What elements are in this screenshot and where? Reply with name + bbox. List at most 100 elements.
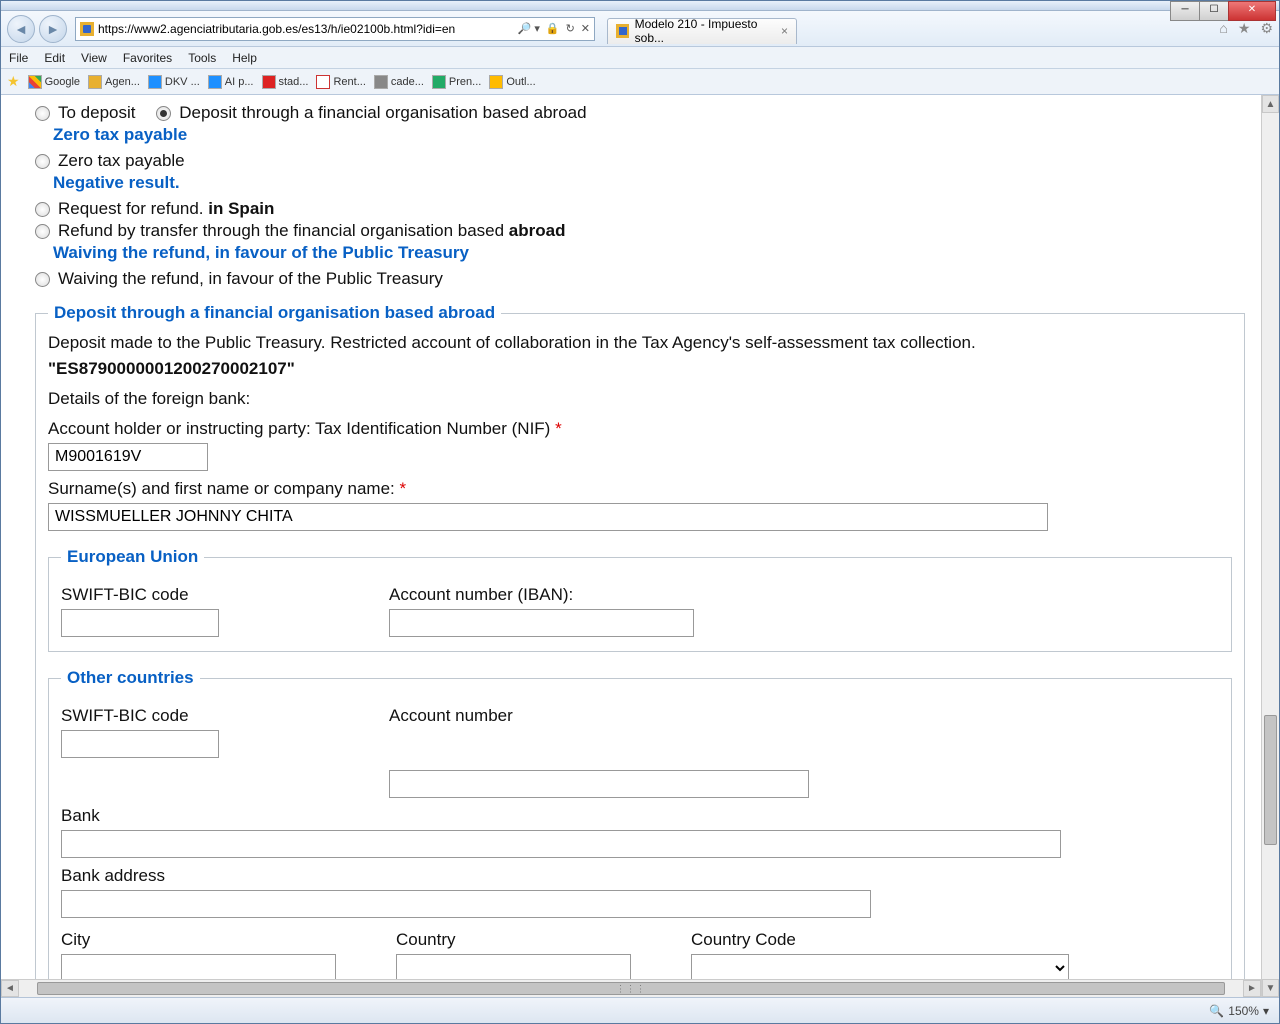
label-nif: Account holder or instructing party: Tax… (48, 419, 1232, 439)
menu-bar: File Edit View Favorites Tools Help (1, 47, 1279, 69)
radio-deposit-abroad[interactable] (156, 106, 171, 121)
forward-button[interactable]: ► (39, 15, 67, 43)
title-bar: ─ ☐ ✕ (1, 1, 1279, 11)
favorites-bar: ★ Google Agen... DKV ... AI p... stad...… (1, 69, 1279, 95)
tab-close-icon[interactable]: × (781, 24, 788, 38)
address-bar[interactable]: https://www2.agenciatributaria.gob.es/es… (75, 17, 595, 41)
search-dropdown-icon[interactable]: 🔎 ▾ (518, 22, 540, 35)
input-bank-addr[interactable] (61, 890, 871, 918)
site-favicon (80, 22, 94, 36)
menu-favorites[interactable]: Favorites (123, 51, 172, 65)
input-other-swift[interactable] (61, 730, 219, 758)
status-bar: 🔍 150% ▾ (1, 997, 1279, 1023)
tab-active[interactable]: Modelo 210 - Impuesto sob... × (607, 18, 797, 44)
label-name: Surname(s) and first name or company nam… (48, 479, 1232, 499)
menu-file[interactable]: File (9, 51, 28, 65)
label-eu-iban: Account number (IBAN): (389, 585, 694, 605)
minimize-button[interactable]: ─ (1170, 1, 1200, 21)
label-city: City (61, 930, 336, 950)
home-icon[interactable]: ⌂ (1219, 20, 1227, 37)
url-text: https://www2.agenciatributaria.gob.es/es… (98, 22, 455, 36)
fav-pren[interactable]: Pren... (432, 75, 481, 89)
vertical-scrollbar[interactable]: ▲ ▼ (1261, 95, 1279, 997)
label-other-acct: Account number (389, 706, 809, 726)
label-to-deposit: To deposit (58, 103, 136, 123)
label-bank: Bank (61, 806, 1219, 826)
browser-window: ─ ☐ ✕ ◄ ► https://www2.agenciatributaria… (0, 0, 1280, 1024)
legend-eu: European Union (61, 547, 204, 567)
scroll-up-arrow[interactable]: ▲ (1262, 95, 1279, 113)
label-other-swift: SWIFT-BIC code (61, 706, 219, 726)
scroll-thumb[interactable] (1264, 715, 1277, 845)
label-eu-swift: SWIFT-BIC code (61, 585, 219, 605)
hscroll-thumb[interactable]: ⋮⋮⋮ (37, 982, 1225, 995)
menu-help[interactable]: Help (232, 51, 257, 65)
tools-gear-icon[interactable]: ⚙ (1260, 20, 1273, 37)
deposit-intro: Deposit made to the Public Treasury. Res… (48, 333, 1232, 353)
fav-stad[interactable]: stad... (262, 75, 309, 89)
content-area: To deposit Deposit through a financial o… (1, 95, 1279, 997)
add-favorite-icon[interactable]: ★ (7, 73, 20, 90)
hscroll-right-arrow[interactable]: ► (1243, 980, 1261, 997)
menu-edit[interactable]: Edit (44, 51, 65, 65)
favorites-icon[interactable]: ★ (1238, 20, 1251, 37)
menu-tools[interactable]: Tools (188, 51, 216, 65)
label-country-code: Country Code (691, 930, 1069, 950)
lock-icon: 🔒 (546, 22, 560, 35)
maximize-button[interactable]: ☐ (1199, 1, 1229, 21)
details-foreign-bank: Details of the foreign bank: (48, 389, 1232, 409)
label-country: Country (396, 930, 631, 950)
page-body: To deposit Deposit through a financial o… (1, 95, 1261, 997)
fav-aip[interactable]: AI p... (208, 75, 254, 89)
address-controls: 🔎 ▾ 🔒 ↻ ✕ (518, 22, 590, 35)
fieldset-eu: European Union SWIFT-BIC code Account nu… (48, 547, 1232, 652)
radio-refund-spain[interactable] (35, 202, 50, 217)
radio-zero-tax[interactable] (35, 154, 50, 169)
label-zero-tax: Zero tax payable (58, 151, 185, 171)
label-deposit-abroad: Deposit through a financial organisation… (179, 103, 586, 123)
input-bank[interactable] (61, 830, 1061, 858)
zoom-dropdown-icon[interactable]: ▾ (1263, 1004, 1269, 1018)
input-city[interactable] (61, 954, 336, 982)
heading-waive: Waiving the refund, in favour of the Pub… (53, 243, 1245, 263)
radio-to-deposit[interactable] (35, 106, 50, 121)
fav-dkv[interactable]: DKV ... (148, 75, 200, 89)
label-refund-abroad: Refund by transfer through the financial… (58, 221, 565, 241)
fav-rent[interactable]: Rent... (316, 75, 365, 89)
input-country[interactable] (396, 954, 631, 982)
menu-view[interactable]: View (81, 51, 107, 65)
magnifier-icon: 🔍 (1209, 1004, 1224, 1018)
close-button[interactable]: ✕ (1228, 1, 1276, 21)
label-bank-addr: Bank address (61, 866, 1219, 886)
horizontal-scrollbar[interactable]: ◄ ⋮⋮⋮ ► (1, 979, 1261, 997)
back-button[interactable]: ◄ (7, 15, 35, 43)
fav-outl[interactable]: Outl... (489, 75, 535, 89)
legend-other: Other countries (61, 668, 200, 688)
refresh-icon[interactable]: ↻ (566, 22, 575, 35)
label-waive: Waiving the refund, in favour of the Pub… (58, 269, 443, 289)
fieldset-other: Other countries SWIFT-BIC code Account n… (48, 668, 1232, 997)
zoom-control[interactable]: 🔍 150% ▾ (1209, 1004, 1269, 1018)
heading-negative: Negative result. (53, 173, 1245, 193)
hscroll-left-arrow[interactable]: ◄ (1, 980, 19, 997)
tab-strip: Modelo 210 - Impuesto sob... × (607, 14, 1215, 44)
radio-refund-abroad[interactable] (35, 224, 50, 239)
input-eu-swift[interactable] (61, 609, 219, 637)
input-eu-iban[interactable] (389, 609, 694, 637)
tab-favicon (616, 24, 629, 38)
heading-zero-tax: Zero tax payable (53, 125, 1245, 145)
fav-agen[interactable]: Agen... (88, 75, 140, 89)
tab-title: Modelo 210 - Impuesto sob... (635, 17, 775, 45)
input-other-acct[interactable] (389, 770, 809, 798)
stop-icon[interactable]: ✕ (581, 22, 590, 35)
input-nif[interactable] (48, 443, 208, 471)
fav-google[interactable]: Google (28, 75, 80, 89)
zoom-value: 150% (1228, 1004, 1259, 1018)
nav-bar: ◄ ► https://www2.agenciatributaria.gob.e… (1, 11, 1279, 47)
label-refund-spain: Request for refund. in Spain (58, 199, 274, 219)
fav-cade[interactable]: cade... (374, 75, 424, 89)
input-name[interactable] (48, 503, 1048, 531)
deposit-iban-literal: "ES8790000001200270002107" (48, 359, 1232, 379)
scroll-down-arrow[interactable]: ▼ (1262, 979, 1279, 997)
radio-waive[interactable] (35, 272, 50, 287)
